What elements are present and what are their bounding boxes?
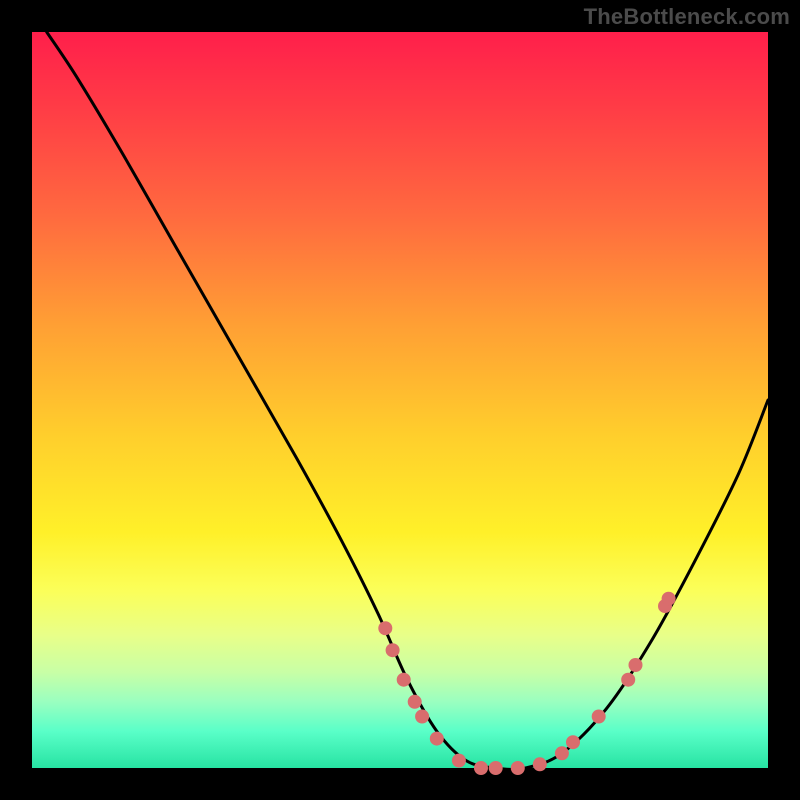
highlight-dot <box>489 761 503 775</box>
highlight-dot <box>474 761 488 775</box>
curve-layer <box>32 32 768 768</box>
highlight-dot <box>629 658 643 672</box>
highlight-dot <box>592 710 606 724</box>
highlight-dot <box>533 757 547 771</box>
chart-frame: TheBottleneck.com <box>0 0 800 800</box>
highlight-dot <box>386 643 400 657</box>
highlight-dots <box>378 592 675 775</box>
highlight-dot <box>662 592 676 606</box>
plot-area <box>32 32 768 768</box>
highlight-dot <box>415 710 429 724</box>
highlight-dot <box>378 621 392 635</box>
watermark-text: TheBottleneck.com <box>584 4 790 30</box>
highlight-dot <box>621 673 635 687</box>
highlight-dot <box>555 746 569 760</box>
highlight-dot <box>408 695 422 709</box>
highlight-dot <box>397 673 411 687</box>
highlight-dot <box>430 732 444 746</box>
highlight-dot <box>511 761 525 775</box>
bottleneck-curve <box>47 32 768 769</box>
highlight-dot <box>566 735 580 749</box>
highlight-dot <box>452 754 466 768</box>
